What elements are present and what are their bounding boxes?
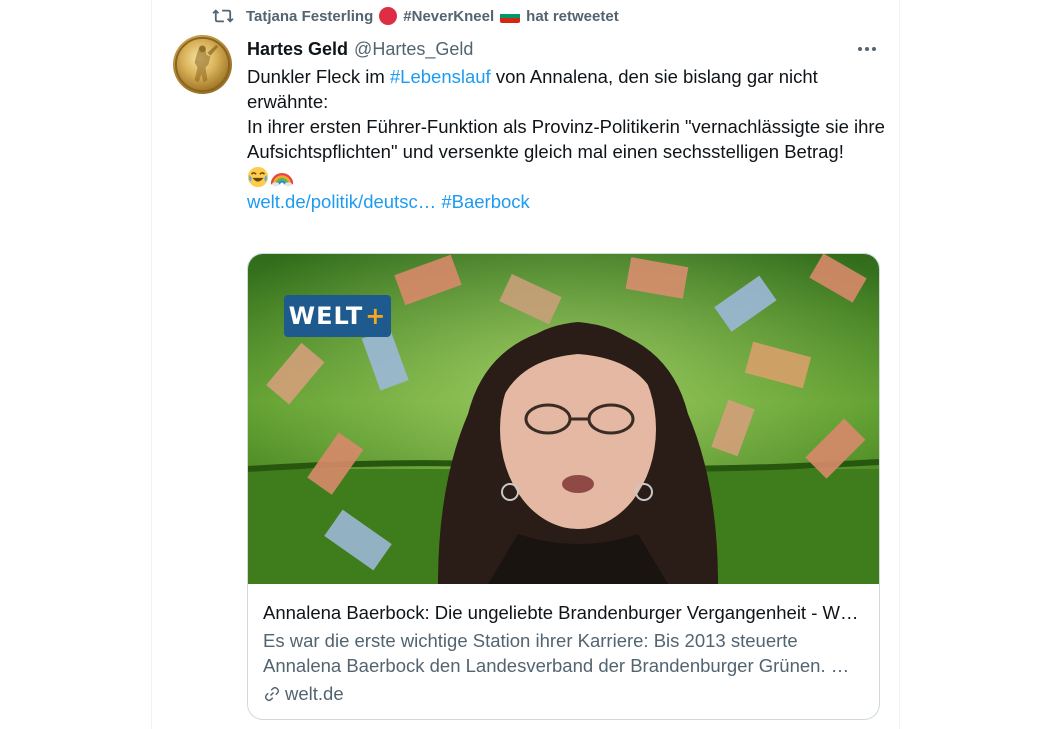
card-body[interactable]: Annalena Baerbock: Die ungeliebte Brande… <box>263 600 868 707</box>
tweet-header: Hartes Geld @Hartes_Geld <box>247 37 882 61</box>
tweet-line-2: In ihrer ersten Führer-Funktion als Prov… <box>247 116 885 162</box>
red-circle-icon <box>379 7 398 25</box>
card-description: Es war die erste wichtige Station ihrer … <box>263 630 850 676</box>
article-link[interactable]: welt.de/politik/deutsc… <box>247 191 436 212</box>
more-icon[interactable] <box>852 37 882 61</box>
card-image[interactable]: WELT + <box>248 254 879 584</box>
retweet-action: hat retweetet <box>526 7 619 25</box>
laughing-emoji-icon <box>247 166 269 187</box>
timeline-column: Tatjana Festerling #NeverKneel hat retwe… <box>151 0 900 729</box>
card-title[interactable]: Annalena Baerbock: Die ungeliebte Brande… <box>263 600 868 626</box>
display-name[interactable]: Hartes Geld <box>247 39 348 60</box>
link-icon <box>264 686 280 702</box>
hashtag-lebenslauf[interactable]: #Lebenslauf <box>390 66 491 87</box>
user-handle[interactable]: @Hartes_Geld <box>354 39 473 60</box>
tweet-line-1: Dunkler Fleck im #Lebenslauf von Annalen… <box>247 66 818 112</box>
tweet-links: welt.de/politik/deutsc… #Baerbock <box>247 189 887 214</box>
gold-coin-icon <box>174 36 231 93</box>
card-domain[interactable]: welt.de <box>263 681 868 707</box>
retweeter-name[interactable]: Tatjana Festerling <box>246 8 373 25</box>
retweet-icon <box>212 9 234 23</box>
retweet-context[interactable]: Tatjana Festerling #NeverKneel hat retwe… <box>212 6 619 26</box>
emoji-row <box>247 164 887 189</box>
avatar[interactable] <box>173 35 232 94</box>
tweet-text: Dunkler Fleck im #Lebenslauf von Annalen… <box>247 64 887 214</box>
bulgaria-flag-icon <box>500 9 521 23</box>
link-card[interactable]: WELT + Annalena Baerbock: Die ungeliebte … <box>247 253 880 720</box>
welt-plus-logo: WELT + <box>284 295 391 337</box>
hashtag-baerbock[interactable]: #Baerbock <box>441 191 529 212</box>
rainbow-emoji-icon <box>271 172 293 186</box>
retweeter-hashtag: #NeverKneel <box>403 7 495 25</box>
